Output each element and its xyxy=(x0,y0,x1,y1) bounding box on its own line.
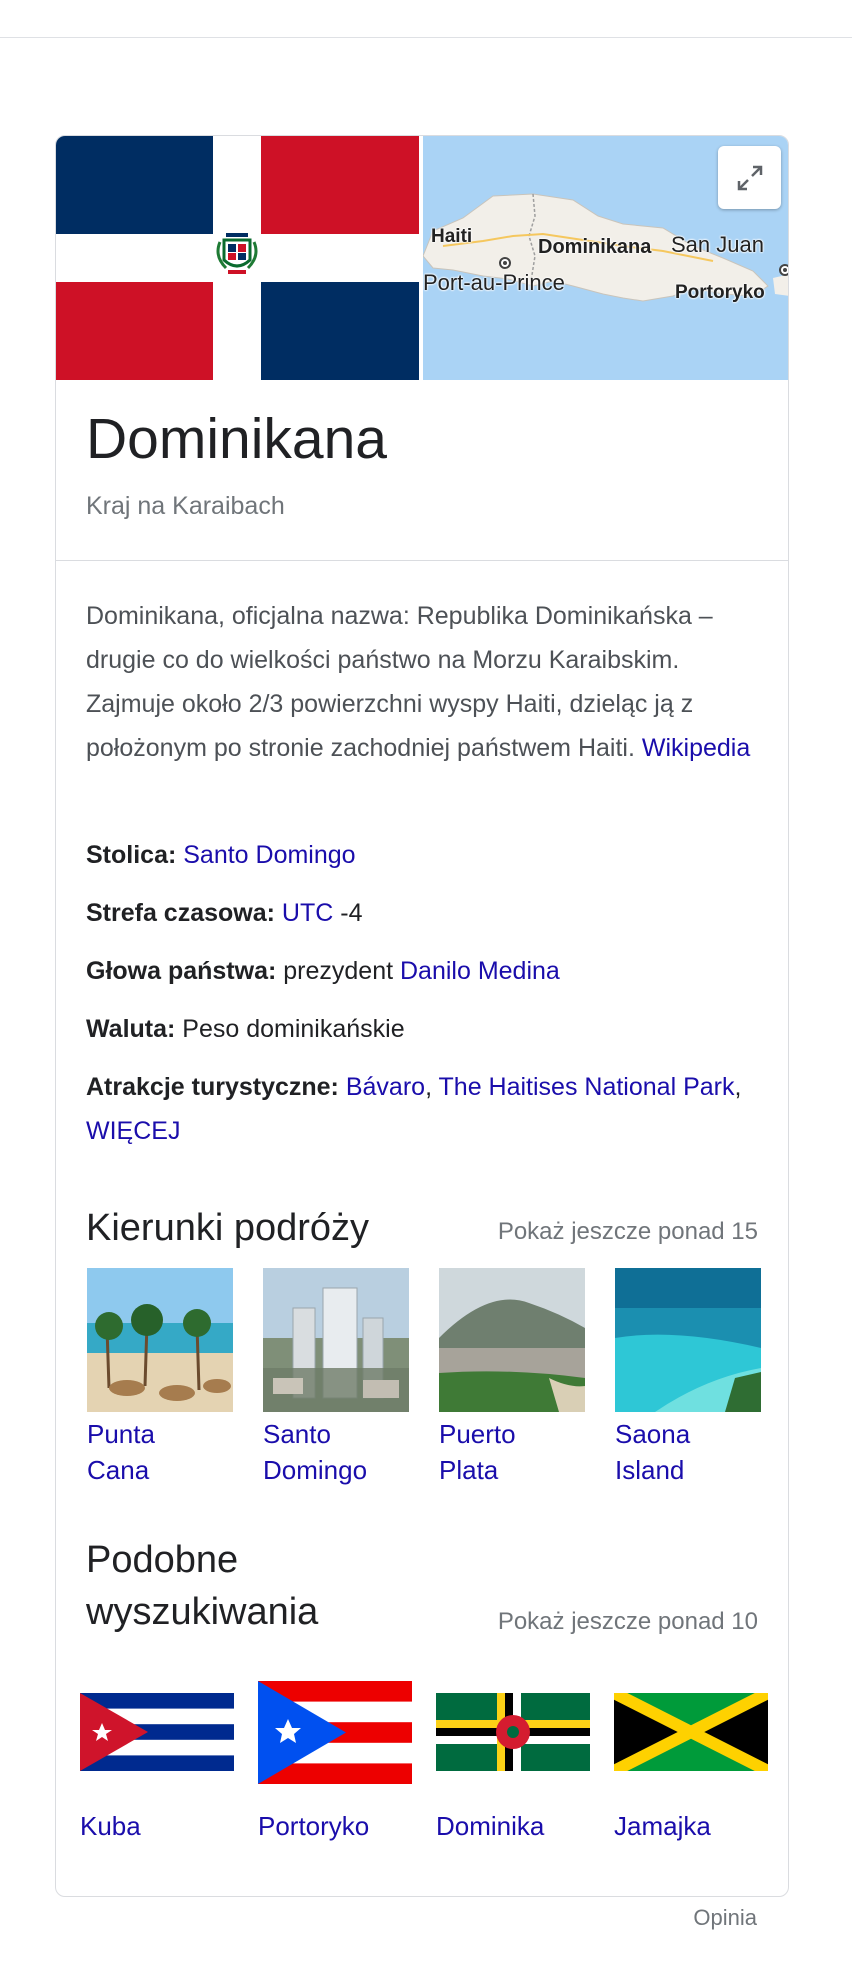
fact-label: Głowa państwa: xyxy=(86,957,277,985)
danilo-medina-link[interactable]: Danilo Medina xyxy=(400,957,560,985)
fact-timezone: Strefa czasowa: UTC -4 xyxy=(86,891,766,935)
map-label-dominikana: Dominikana xyxy=(538,236,652,258)
fact-label: Stolica: xyxy=(86,841,177,869)
wikipedia-link[interactable]: Wikipedia xyxy=(642,734,750,762)
destination-card[interactable]: Saona Island xyxy=(615,1268,761,1488)
similar-title-line: wyszukiwania xyxy=(86,1591,319,1633)
destination-label[interactable]: Puerto Plata xyxy=(439,1416,585,1488)
feedback-link[interactable]: Opinia xyxy=(693,1905,757,1931)
fact-capital: Stolica: Santo Domingo xyxy=(86,833,766,877)
saona-island-image xyxy=(615,1268,761,1412)
fact-label: Atrakcje turystyczne: xyxy=(86,1073,339,1101)
destination-label[interactable]: Punta Cana xyxy=(87,1416,233,1488)
entity-title: Dominikana xyxy=(86,407,387,471)
dominica-flag-icon xyxy=(436,1693,590,1771)
more-attractions-link[interactable]: WIĘCEJ xyxy=(86,1117,180,1145)
destination-card[interactable]: Santo Domingo xyxy=(263,1268,409,1488)
utc-link[interactable]: UTC xyxy=(282,899,333,927)
separator: , xyxy=(425,1073,439,1101)
jamaica-flag-icon xyxy=(614,1693,768,1771)
similar-item[interactable]: Kuba xyxy=(80,1681,234,1851)
destinations-more-link[interactable]: Pokaż jeszcze ponad 15 xyxy=(498,1218,758,1246)
destination-label-line: Puerto xyxy=(439,1419,516,1449)
map-label-san-juan: San Juan xyxy=(671,232,764,257)
capital-link[interactable]: Santo Domingo xyxy=(183,841,355,869)
similar-item[interactable]: Jamajka xyxy=(614,1681,768,1851)
puerto-plata-image xyxy=(439,1268,585,1412)
destination-label-line: Santo xyxy=(263,1419,331,1449)
similar-label[interactable]: Dominika xyxy=(436,1808,544,1844)
dominican-flag-image[interactable] xyxy=(56,136,419,380)
separator: , xyxy=(734,1073,742,1101)
puerto-rico-flag-icon xyxy=(258,1681,412,1784)
fact-attractions: Atrakcje turystyczne: Bávaro, The Haitis… xyxy=(86,1065,766,1153)
destination-label-line: Plata xyxy=(439,1455,499,1485)
map-label-port-au-prince: Port-au-Prince xyxy=(423,270,565,295)
destination-card[interactable]: Punta Cana xyxy=(87,1268,233,1488)
similar-label[interactable]: Portoryko xyxy=(258,1808,369,1844)
map-label-haiti: Haiti xyxy=(431,226,473,247)
destination-label-line: Domingo xyxy=(263,1455,368,1485)
entity-subtitle: Kraj na Karaibach xyxy=(86,492,285,520)
facts-list: Stolica: Santo Domingo Strefa czasowa: U… xyxy=(86,833,766,1167)
destination-card[interactable]: Puerto Plata xyxy=(439,1268,585,1488)
fact-currency: Waluta: Peso dominikańskie xyxy=(86,1007,766,1051)
map-thumbnail[interactable]: Haiti Dominikana San Juan Port-au-Prince… xyxy=(423,136,788,380)
punta-cana-image xyxy=(87,1268,233,1412)
santo-domingo-image xyxy=(263,1268,409,1412)
similar-label[interactable]: Jamajka xyxy=(614,1808,711,1844)
expand-map-button[interactable] xyxy=(718,146,781,209)
similar-title-line: Podobne xyxy=(86,1539,239,1581)
destination-label-line: Island xyxy=(615,1455,685,1485)
similar-item[interactable]: Portoryko xyxy=(258,1681,412,1851)
similar-title: Podobne wyszukiwania xyxy=(86,1534,318,1638)
similar-label[interactable]: Kuba xyxy=(80,1808,141,1844)
media-header: Haiti Dominikana San Juan Port-au-Prince… xyxy=(56,136,788,380)
fact-label: Strefa czasowa: xyxy=(86,899,275,927)
destination-label-line: Punta xyxy=(87,1419,155,1449)
description-text: Dominikana, oficjalna nazwa: Republika D… xyxy=(86,602,713,762)
fact-label: Waluta: xyxy=(86,1015,176,1043)
timezone-offset: -4 xyxy=(333,899,363,927)
top-bar xyxy=(0,0,852,38)
title-block: Dominikana xyxy=(86,404,387,474)
similar-more-link[interactable]: Pokaż jeszcze ponad 10 xyxy=(498,1608,758,1636)
haitises-link[interactable]: The Haitises National Park xyxy=(439,1073,735,1101)
head-prefix: prezydent xyxy=(276,957,400,985)
description: Dominikana, oficjalna nazwa: Republika D… xyxy=(86,594,766,770)
knowledge-panel: Haiti Dominikana San Juan Port-au-Prince… xyxy=(55,135,789,1897)
cuba-flag-icon xyxy=(80,1693,234,1771)
destination-label-line: Cana xyxy=(87,1455,150,1485)
destination-label-line: Saona xyxy=(615,1419,691,1449)
currency-value: Peso dominikańskie xyxy=(175,1015,405,1043)
expand-icon xyxy=(737,165,762,190)
fact-head-of-state: Głowa państwa: prezydent Danilo Medina xyxy=(86,949,766,993)
destination-label[interactable]: Santo Domingo xyxy=(263,1416,409,1488)
destination-label[interactable]: Saona Island xyxy=(615,1416,761,1488)
map-label-portoryko: Portoryko xyxy=(675,282,765,303)
similar-item[interactable]: Dominika xyxy=(436,1681,590,1851)
destinations-title: Kierunki podróży xyxy=(86,1207,370,1249)
divider xyxy=(56,560,788,561)
bavaro-link[interactable]: Bávaro xyxy=(346,1073,425,1101)
